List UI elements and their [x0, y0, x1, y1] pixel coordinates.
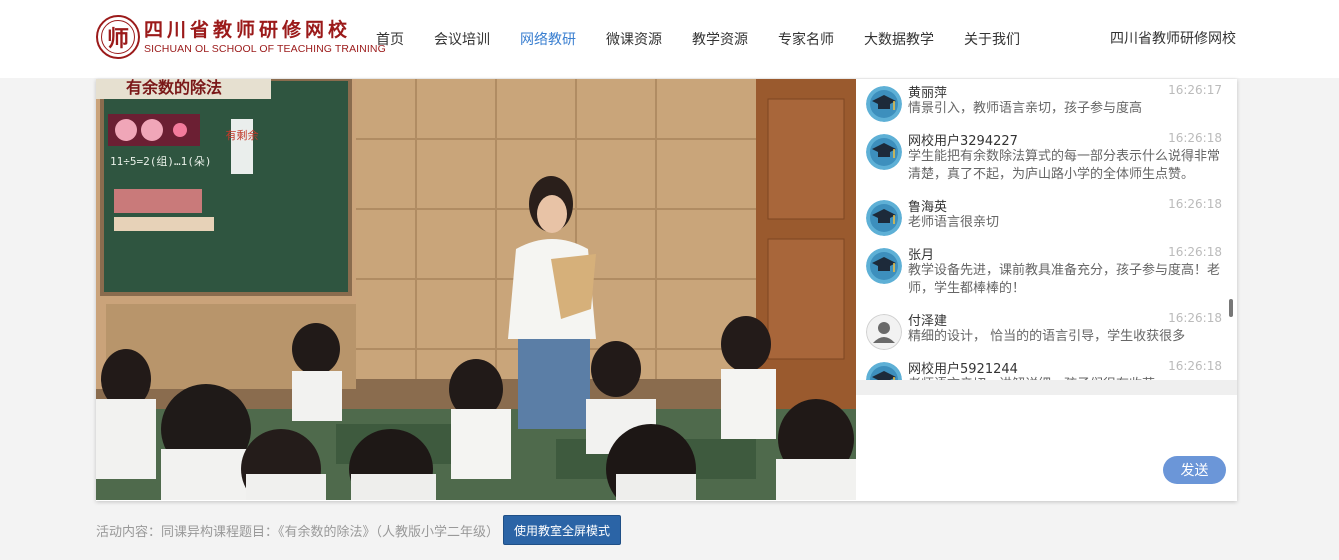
- message-time: 16:26:18: [1168, 311, 1222, 325]
- chat-divider: [856, 380, 1237, 395]
- nav-item-teaching-resources[interactable]: 教学资源: [692, 29, 748, 49]
- video-player[interactable]: 有余数的除法 有剩余 11÷5=2(组)…1(朵): [96, 79, 856, 500]
- header-site-name[interactable]: 四川省教师研修网校: [1110, 0, 1236, 78]
- fullscreen-classroom-button[interactable]: 使用教室全屏模式: [503, 515, 622, 545]
- board-title: 有余数的除法: [126, 79, 222, 97]
- message-author: 网校用户3294227: [908, 134, 1018, 149]
- message-text: 精细的设计， 恰当的的语言引导，学生收获很多: [908, 329, 1186, 344]
- graduate-avatar-icon: [866, 200, 902, 236]
- message-list[interactable]: 黄丽萍 16:26:17 情景引入，教师语言亲切，孩子参与度高 网校用户3294…: [856, 79, 1237, 395]
- main-nav: 首页 会议培训 网络教研 微课资源 教学资源 专家名师 大数据教学 关于我们: [376, 0, 1050, 78]
- classroom-panel: 有余数的除法 有剩余 11÷5=2(组)…1(朵) 黄丽萍 16:26:17 情…: [96, 79, 1237, 501]
- graduate-avatar-icon: [866, 248, 902, 284]
- default-user-avatar-icon: [866, 314, 902, 350]
- send-button[interactable]: 发送: [1163, 456, 1226, 484]
- message-text: 学生能把有余数除法算式的每一部分表示什么说得非常清楚，真了不起，为庐山路小学的全…: [908, 149, 1221, 182]
- nav-item-micro-lessons[interactable]: 微课资源: [606, 29, 662, 49]
- site-logo[interactable]: 师 四川省教师研修网校 SICHUAN OL SCHOOL OF TEACHIN…: [96, 14, 386, 60]
- nav-item-online-research[interactable]: 网络教研: [520, 29, 576, 49]
- logo-seal-icon: 师: [96, 15, 140, 59]
- board-equation: 11÷5=2(组)…1(朵): [110, 154, 211, 168]
- activity-description: 活动内容：同课异构课程题目：《有余数的除法》（人教版小学二年级）: [96, 524, 500, 540]
- nav-item-experts[interactable]: 专家名师: [778, 29, 834, 49]
- message-time: 16:26:18: [1168, 197, 1222, 211]
- message-time: 16:26:18: [1168, 131, 1222, 145]
- nav-item-big-data[interactable]: 大数据教学: [864, 29, 934, 49]
- message-text: 情景引入，教师语言亲切，孩子参与度高: [908, 101, 1143, 116]
- message-time: 16:26:18: [1168, 245, 1222, 259]
- message-author: 付泽建: [908, 314, 948, 329]
- site-header: 师 四川省教师研修网校 SICHUAN OL SCHOOL OF TEACHIN…: [0, 0, 1339, 78]
- discussion-panel: 黄丽萍 16:26:17 情景引入，教师语言亲切，孩子参与度高 网校用户3294…: [856, 79, 1237, 501]
- message-text: 教学设备先进，课前教具准备充分，孩子参与度高！老师，学生都棒棒的！: [908, 263, 1221, 296]
- message-author: 张月: [908, 248, 935, 263]
- nav-item-home[interactable]: 首页: [376, 29, 404, 49]
- message-author: 黄丽萍: [908, 86, 948, 101]
- board-side-note: 有剩余: [226, 128, 259, 142]
- nav-item-meeting-training[interactable]: 会议培训: [434, 29, 490, 49]
- graduate-avatar-icon: [866, 134, 902, 170]
- logo-text: 四川省教师研修网校 SICHUAN OL SCHOOL OF TEACHING …: [144, 18, 386, 56]
- message-time: 16:26:18: [1168, 359, 1222, 373]
- message-text: 老师语言很亲切: [908, 215, 1000, 230]
- logo-english-name: SICHUAN OL SCHOOL OF TEACHING TRAINING: [144, 43, 386, 55]
- message-time: 16:26:17: [1168, 83, 1222, 97]
- message-author: 网校用户5921244: [908, 362, 1018, 377]
- classroom-video-frame: 有余数的除法 有剩余 11÷5=2(组)…1(朵): [96, 79, 856, 500]
- nav-item-about-us[interactable]: 关于我们: [964, 29, 1020, 49]
- message-list-scrollbar[interactable]: [1229, 299, 1233, 317]
- activity-info: 活动内容：同课异构课程题目：《有余数的除法》（人教版小学二年级） 使用教室全屏模…: [96, 515, 622, 545]
- graduate-avatar-icon: [866, 86, 902, 122]
- message-author: 鲁海英: [908, 200, 948, 215]
- logo-chinese-name: 四川省教师研修网校: [144, 19, 352, 41]
